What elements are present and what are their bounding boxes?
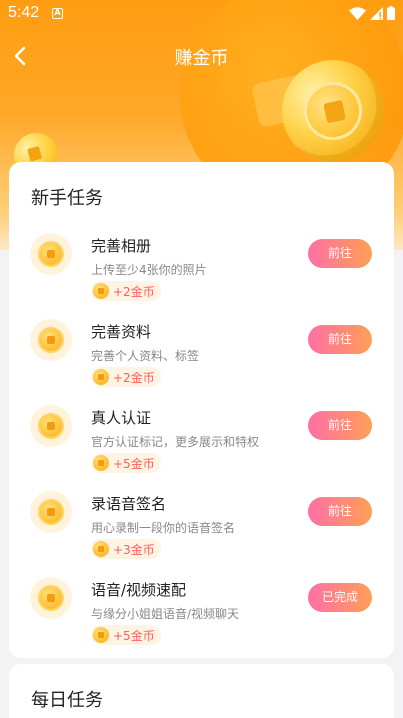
coin-icon [93,283,109,299]
coin-icon [30,491,72,533]
status-time: 5:42 [8,4,40,21]
completed-button[interactable]: 已完成 [308,583,372,612]
coin-icon [93,369,109,385]
task-item: 完善相册 上传至少4张你的照片 +2金币 前往 [9,233,394,313]
task-name: 录语音签名 [91,495,167,513]
signal-icon [370,6,383,20]
task-name: 完善资料 [91,323,152,341]
reward-amount: +5金币 [113,456,155,471]
go-button[interactable]: 前往 [308,239,372,268]
title-bar: 赚金币 [0,36,403,76]
status-icons [349,6,395,20]
task-item: 录语音签名 用心录制一段你的语音签名 +3金币 前往 [9,491,394,571]
battery-icon [387,6,395,20]
reward-badge: +2金币 [91,281,161,301]
coin-icon [30,233,72,275]
notification-icon: A [52,8,63,19]
go-button[interactable]: 前往 [308,325,372,354]
section-title: 每日任务 [31,690,103,711]
reward-amount: +3金币 [113,542,155,557]
task-name: 完善相册 [91,237,152,255]
reward-badge: +2金币 [91,367,161,387]
go-button[interactable]: 前往 [308,497,372,526]
coin-icon [30,405,72,447]
coin-icon [30,577,72,619]
go-button[interactable]: 前往 [308,411,372,440]
newbie-tasks-card: 新手任务 完善相册 上传至少4张你的照片 +2金币 前往 完善资料 完善个人资料… [9,162,394,658]
task-name: 语音/视频速配 [91,581,187,599]
status-bar: 5:42 A [0,0,403,28]
coin-icon [93,627,109,643]
task-description: 完善个人资料、标签 [91,349,200,363]
section-title: 新手任务 [31,188,103,209]
reward-badge: +5金币 [91,625,161,645]
coin-icon [93,541,109,557]
reward-badge: +5金币 [91,453,161,473]
task-description: 用心录制一段你的语音签名 [91,521,236,535]
task-item: 语音/视频速配 与缘分小姐姐语音/视频聊天 +5金币 已完成 [9,577,394,657]
coin-icon [93,455,109,471]
page-title: 赚金币 [174,48,229,69]
reward-badge: +3金币 [91,539,161,559]
coin-icon [30,319,72,361]
reward-amount: +2金币 [113,284,155,299]
task-description: 与缘分小姐姐语音/视频聊天 [91,607,240,621]
task-description: 官方认证标记，更多展示和特权 [91,435,260,449]
reward-amount: +5金币 [113,628,155,643]
task-item: 真人认证 官方认证标记，更多展示和特权 +5金币 前往 [9,405,394,485]
task-description: 上传至少4张你的照片 [91,263,207,277]
wifi-icon [349,6,366,20]
daily-tasks-card: 每日任务 [9,664,394,718]
task-name: 真人认证 [91,409,152,427]
reward-amount: +2金币 [113,370,155,385]
task-item: 完善资料 完善个人资料、标签 +2金币 前往 [9,319,394,399]
